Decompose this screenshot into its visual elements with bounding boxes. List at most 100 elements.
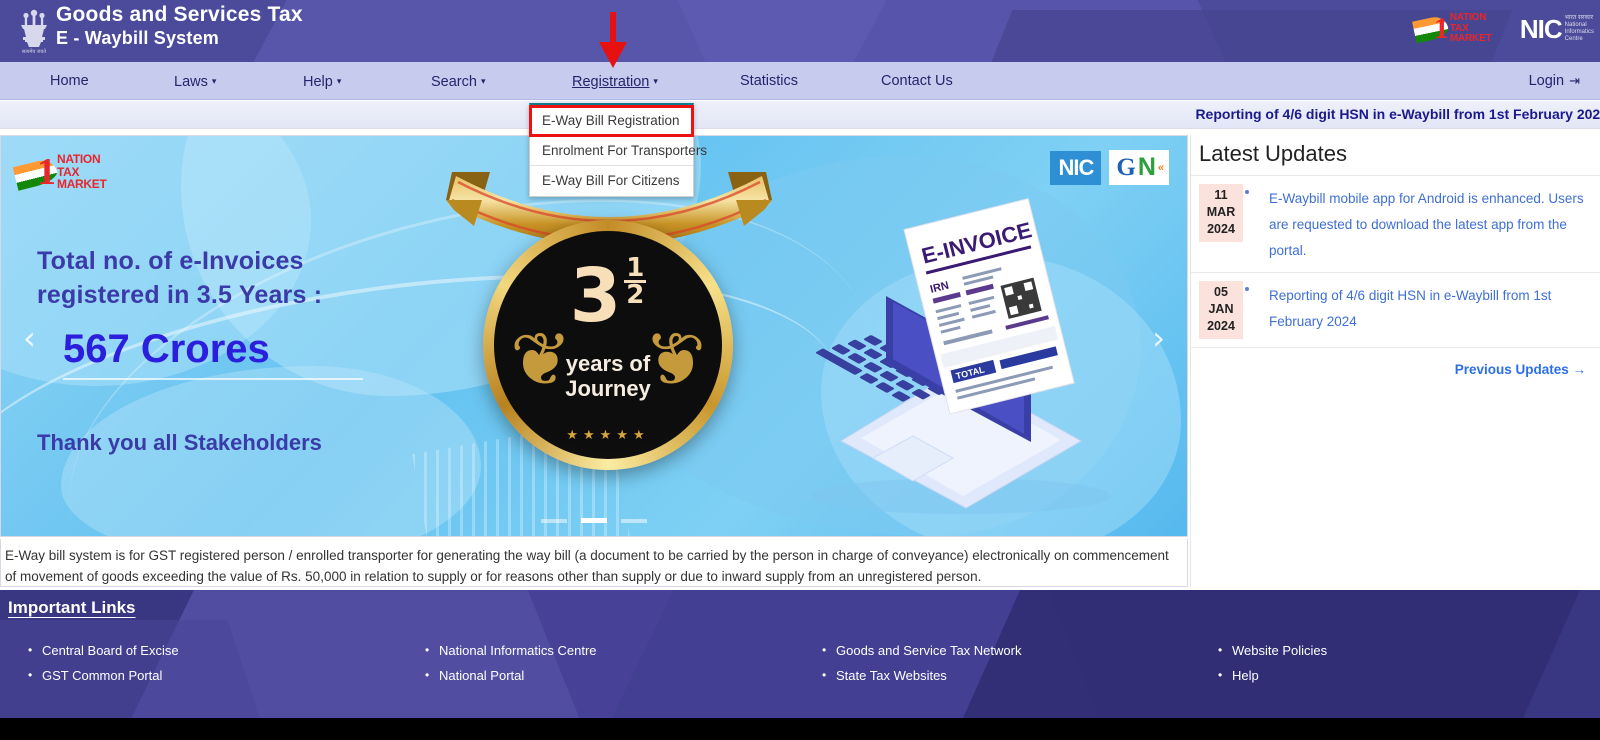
menu-item-eway-bill-registration[interactable]: E-Way Bill Registration xyxy=(529,105,694,137)
footer-link[interactable]: Central Board of Excise xyxy=(28,638,179,663)
chevron-down-icon: ▾ xyxy=(653,76,658,86)
brand-line-1: Goods and Services Tax xyxy=(56,3,303,26)
nav-item-statistics[interactable]: Statistics xyxy=(740,62,798,100)
chevron-down-icon: ▾ xyxy=(211,76,217,86)
footer-link-list: Website PoliciesHelp xyxy=(1218,638,1327,688)
update-date: 05 JAN 2024 xyxy=(1199,281,1243,339)
latest-updates-title: Latest Updates xyxy=(1199,141,1347,166)
nav-item-home[interactable]: Home xyxy=(50,62,89,100)
carousel-indicator-1[interactable] xyxy=(540,519,567,523)
nav-item-contact-us[interactable]: Contact Us xyxy=(881,62,953,100)
gstn-letter-g: G xyxy=(1116,153,1136,181)
medal-fraction-bottom: 2 xyxy=(626,280,645,310)
registration-dropdown-menu[interactable]: E-Way Bill Registration Enrolment For Tr… xyxy=(529,103,707,197)
nic-sub-4: Centre xyxy=(1564,36,1583,42)
ntm-numeral: 1 xyxy=(1433,12,1449,45)
footer-link-list: National Informatics CentreNational Port… xyxy=(425,638,597,688)
announcement-ticker: Reporting of 4/6 digit HSN in e-Waybill … xyxy=(0,101,1600,129)
footer-link[interactable]: National Informatics Centre xyxy=(425,638,597,663)
carousel-ntm-line-3: MARKET xyxy=(57,177,107,191)
anniversary-medal-graphic: ❦ ❦ 312 years of Journey ★★★★★ xyxy=(444,148,774,488)
footer-link[interactable]: National Portal xyxy=(425,663,597,688)
eway-bill-description: E-Way bill system is for GST registered … xyxy=(0,539,1188,587)
carousel-ntm-numeral: 1 xyxy=(37,151,56,193)
nav-item-label: Search xyxy=(431,74,477,90)
update-month: JAN xyxy=(1208,302,1234,316)
footer-link-column: Central Board of ExciseGST Common Portal xyxy=(28,638,179,688)
carousel-prev-button[interactable]: ‹ xyxy=(23,322,36,354)
nation-tax-market-logo-icon: 1 NATION TAX MARKET xyxy=(1411,12,1512,46)
chevron-down-icon: ▾ xyxy=(480,76,486,86)
previous-updates-link[interactable]: Previous Updates → xyxy=(1191,347,1600,377)
nic-sub-1: भारत सरकार xyxy=(1564,15,1594,21)
nav-item-search[interactable]: Search ▾ xyxy=(431,62,485,100)
footer-link-column: Website PoliciesHelp xyxy=(1218,638,1327,688)
important-links-title[interactable]: Important Links xyxy=(8,598,136,618)
carousel-banner-text: Total no. of e-Invoices registered in 3.… xyxy=(37,244,427,456)
ntm-line-1: NATION xyxy=(1449,12,1487,23)
carousel-next-button[interactable]: › xyxy=(1152,322,1165,354)
update-year: 2024 xyxy=(1207,319,1235,333)
login-arrow-icon: ⇥ xyxy=(1569,73,1580,88)
footer-link[interactable]: Website Policies xyxy=(1218,638,1327,663)
footer-link[interactable]: State Tax Websites xyxy=(822,663,1021,688)
carousel-ntm-line-1: NATION xyxy=(57,152,101,166)
nic-sub-2: National xyxy=(1564,22,1587,28)
medal-caption-line-1: years of xyxy=(565,351,651,376)
nav-item-help[interactable]: Help ▾ xyxy=(303,62,341,100)
update-item: 11 MAR 2024 E-Waybill mobile app for And… xyxy=(1191,175,1600,272)
update-body: E-Waybill mobile app for Android is enha… xyxy=(1243,184,1600,264)
carousel-gstn-logo-icon: G N « xyxy=(1109,150,1169,185)
carousel-indicator-2[interactable] xyxy=(581,518,607,523)
nav-item-label: Laws xyxy=(174,74,208,90)
medal-whole: 3 xyxy=(569,253,622,339)
update-text[interactable]: E-Waybill mobile app for Android is enha… xyxy=(1257,186,1600,264)
site-header: सत्यमेव जयते Goods and Services Tax E - … xyxy=(0,0,1600,62)
bottom-bar xyxy=(0,718,1600,740)
ticker-text[interactable]: Reporting of 4/6 digit HSN in e-Waybill … xyxy=(1195,106,1600,122)
main-content: 1 NATION TAX MARKET NIC G N « Total no. … xyxy=(0,130,1600,590)
menu-item-enrolment-for-transporters[interactable]: Enrolment For Transporters xyxy=(530,136,707,166)
chevron-down-icon: ▾ xyxy=(336,76,342,86)
laptop-invoice-illustration: E-INVOICE IRN TOTAL xyxy=(811,198,1111,514)
main-navigation: Home Laws ▾ Help ▾ Search ▾ Registration ▾ Statis… xyxy=(0,62,1600,100)
nav-item-laws[interactable]: Laws ▾ xyxy=(174,62,216,100)
site-brand: Goods and Services Tax E - Waybill Syste… xyxy=(56,3,303,49)
login-button[interactable]: Login ⇥ xyxy=(1529,62,1580,100)
footer-link-list: Goods and Service Tax NetworkState Tax W… xyxy=(822,638,1021,688)
banner-line-1: Total no. of e-Invoices xyxy=(37,247,304,275)
menu-item-eway-bill-for-citizens[interactable]: E-Way Bill For Citizens xyxy=(530,166,693,196)
gstn-letter-n: N xyxy=(1137,153,1156,181)
nic-logo-icon: NIC भारत सरकार National Informatics Cent… xyxy=(1520,14,1594,45)
update-date: 11 MAR 2024 xyxy=(1199,184,1243,242)
annotation-arrow-icon xyxy=(596,12,630,75)
medal-fraction: 12 xyxy=(624,255,647,310)
nic-sub-3: Informatics xyxy=(1564,29,1594,35)
medal-stars-icon: ★★★★★ xyxy=(566,427,650,442)
bullet-icon xyxy=(1245,190,1249,194)
bullet-icon xyxy=(1245,287,1249,291)
carousel-indicator-3[interactable] xyxy=(621,519,648,523)
nav-item-label: Statistics xyxy=(740,73,799,89)
carousel-indicators[interactable] xyxy=(1,510,1187,528)
update-month: MAR xyxy=(1206,205,1236,219)
medal-number: 312 xyxy=(494,255,722,333)
latest-updates-panel: Latest Updates 11 MAR 2024 E-Waybill mob… xyxy=(1190,135,1600,587)
page-root: सत्यमेव जयते Goods and Services Tax E - … xyxy=(0,0,1600,740)
footer-link[interactable]: Goods and Service Tax Network xyxy=(822,638,1021,663)
footer-link[interactable]: Help xyxy=(1218,663,1327,688)
update-text[interactable]: Reporting of 4/6 digit HSN in e-Waybill … xyxy=(1257,283,1600,335)
site-footer: Important Links Central Board of ExciseG… xyxy=(0,590,1600,718)
banner-rule xyxy=(63,378,363,380)
footer-link-column: National Informatics CentreNational Port… xyxy=(425,638,597,688)
nav-item-label: Registration xyxy=(572,74,650,90)
footer-link[interactable]: GST Common Portal xyxy=(28,663,179,688)
header-logos: 1 NATION TAX MARKET NIC भारत सरकार Natio… xyxy=(1411,8,1594,50)
india-emblem-icon: सत्यमेव जयते xyxy=(14,2,54,60)
nav-item-label: Home xyxy=(50,73,89,89)
footer-link-column: Goods and Service Tax NetworkState Tax W… xyxy=(822,638,1021,688)
login-label: Login xyxy=(1528,73,1565,89)
ntm-line-3: MARKET xyxy=(1449,33,1492,44)
carousel-logos: NIC G N « xyxy=(1050,150,1169,185)
carousel-nic-logo-icon: NIC xyxy=(1050,150,1102,185)
